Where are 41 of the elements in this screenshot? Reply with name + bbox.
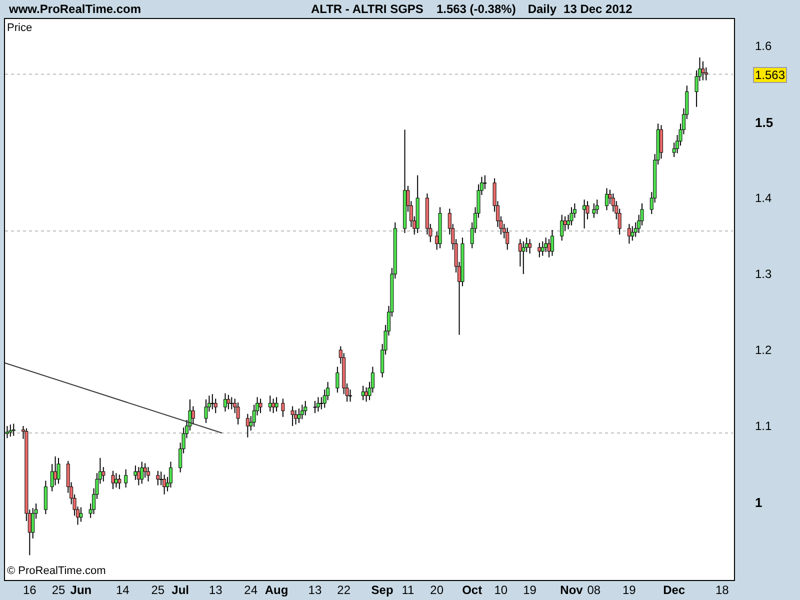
candlestick bbox=[124, 468, 128, 488]
x-axis-label: Nov bbox=[560, 584, 583, 596]
candlestick bbox=[336, 366, 340, 394]
x-axis-label: Dec bbox=[663, 584, 686, 596]
x-axis-label: Sep bbox=[371, 584, 394, 596]
x-axis-label: 19 bbox=[523, 584, 536, 596]
instrument-title: ALTR - ALTRI SGPS bbox=[311, 1, 424, 18]
period-label: Daily bbox=[528, 1, 557, 18]
x-axis-label: Oct bbox=[462, 584, 482, 596]
x-axis-label: Jul bbox=[172, 584, 189, 596]
x-axis-label: 25 bbox=[52, 584, 66, 596]
y-axis-label: 1 bbox=[755, 496, 762, 509]
x-axis-label: 20 bbox=[430, 584, 444, 596]
y-axis-label: 1.5 bbox=[755, 116, 774, 130]
x-axis-label: Jun bbox=[70, 584, 92, 596]
copyright-text: © ProRealTime.com bbox=[7, 564, 106, 578]
x-axis-label: 11 bbox=[402, 584, 414, 596]
x-axis-label: 18 bbox=[716, 584, 729, 596]
x-axis-label: 08 bbox=[587, 584, 601, 596]
y-axis-label: 1.6 bbox=[755, 40, 772, 52]
x-axis-label: 13 bbox=[208, 584, 222, 596]
quote-value: 1.563 (-0.38%) bbox=[436, 1, 516, 18]
x-axis-label: 10 bbox=[494, 584, 508, 596]
panel-label: Price bbox=[7, 21, 32, 36]
x-axis-label: 19 bbox=[622, 584, 636, 596]
y-axis-label: 1.1 bbox=[755, 420, 772, 432]
y-axis-label: 1.3 bbox=[755, 268, 772, 280]
site-name: www.ProRealTime.com bbox=[9, 1, 142, 18]
x-axis-label: 16 bbox=[22, 584, 36, 596]
x-axis-label: 13 bbox=[308, 584, 322, 596]
x-axis-label: 22 bbox=[337, 584, 351, 596]
y-axis-label: 1.4 bbox=[755, 192, 772, 204]
x-axis-label: 24 bbox=[244, 584, 258, 596]
candlestick bbox=[44, 480, 48, 515]
x-axis-label: 14 bbox=[116, 584, 130, 596]
date-label: 13 Dec 2012 bbox=[564, 1, 632, 18]
candlestick bbox=[281, 398, 285, 418]
x-axis-label: 25 bbox=[151, 584, 165, 596]
last-price-badge: 1.563 bbox=[753, 67, 788, 84]
x-axis-label: Aug bbox=[264, 584, 288, 596]
y-axis-label: 1.2 bbox=[755, 344, 772, 356]
